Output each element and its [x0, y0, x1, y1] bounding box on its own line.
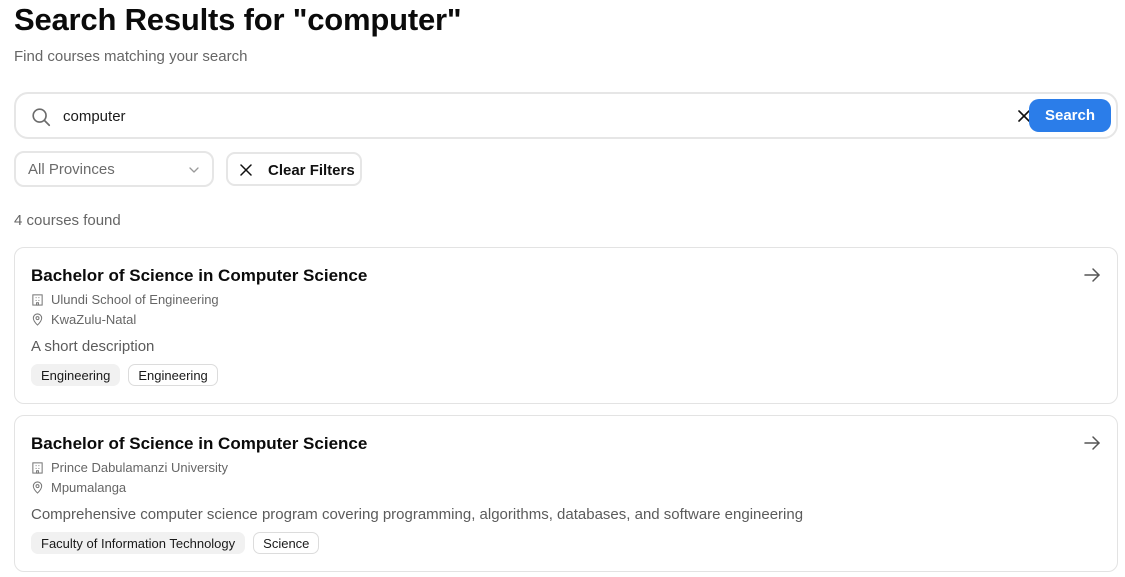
course-card[interactable]: Bachelor of Science in Computer Science … — [14, 247, 1118, 404]
course-description: Comprehensive computer science program c… — [31, 506, 804, 523]
search-icon — [32, 108, 51, 127]
course-institution: Prince Dabulamanzi University — [31, 460, 228, 475]
faculty-tag: Faculty of Information Technology — [31, 532, 246, 554]
course-province: Mpumalanga — [51, 480, 127, 495]
field-tag: Science — [253, 532, 320, 554]
province-select[interactable]: All Provinces — [14, 151, 214, 187]
course-location: Mpumalanga — [31, 480, 126, 495]
results-count: 4 courses found — [14, 212, 121, 229]
close-icon — [240, 164, 252, 176]
map-pin-icon — [32, 481, 43, 494]
course-title: Bachelor of Science in Computer Science — [31, 434, 368, 453]
course-institution: Ulundi School of Engineering — [31, 292, 219, 307]
course-card[interactable]: Bachelor of Science in Computer Science … — [14, 415, 1118, 572]
course-province: KwaZulu-Natal — [51, 312, 137, 327]
arrow-right-icon[interactable] — [1083, 266, 1101, 284]
clear-filters-button[interactable]: Clear Filters — [226, 152, 362, 186]
course-institution-name: Prince Dabulamanzi University — [51, 460, 229, 475]
building-icon — [32, 462, 43, 474]
clear-filters-label: Clear Filters — [268, 162, 355, 179]
map-pin-icon — [32, 313, 43, 326]
chevron-down-icon — [189, 167, 199, 173]
arrow-right-icon[interactable] — [1083, 434, 1101, 452]
page-subtitle: Find courses matching your search — [14, 48, 248, 65]
faculty-tag: Engineering — [31, 364, 121, 386]
province-select-value: All Provinces — [28, 160, 115, 178]
search-input[interactable] — [63, 103, 963, 129]
search-bar: Search — [14, 92, 1118, 139]
course-location: KwaZulu-Natal — [31, 312, 136, 327]
course-institution-name: Ulundi School of Engineering — [51, 292, 219, 307]
course-description: A short description — [31, 338, 155, 355]
course-tags: Engineering Engineering — [31, 364, 218, 386]
course-tags: Faculty of Information Technology Scienc… — [31, 532, 320, 554]
field-tag: Engineering — [128, 364, 218, 386]
page-title: Search Results for "computer" — [14, 2, 462, 37]
building-icon — [32, 294, 43, 306]
course-title: Bachelor of Science in Computer Science — [31, 266, 368, 285]
search-button[interactable]: Search — [1029, 99, 1111, 132]
